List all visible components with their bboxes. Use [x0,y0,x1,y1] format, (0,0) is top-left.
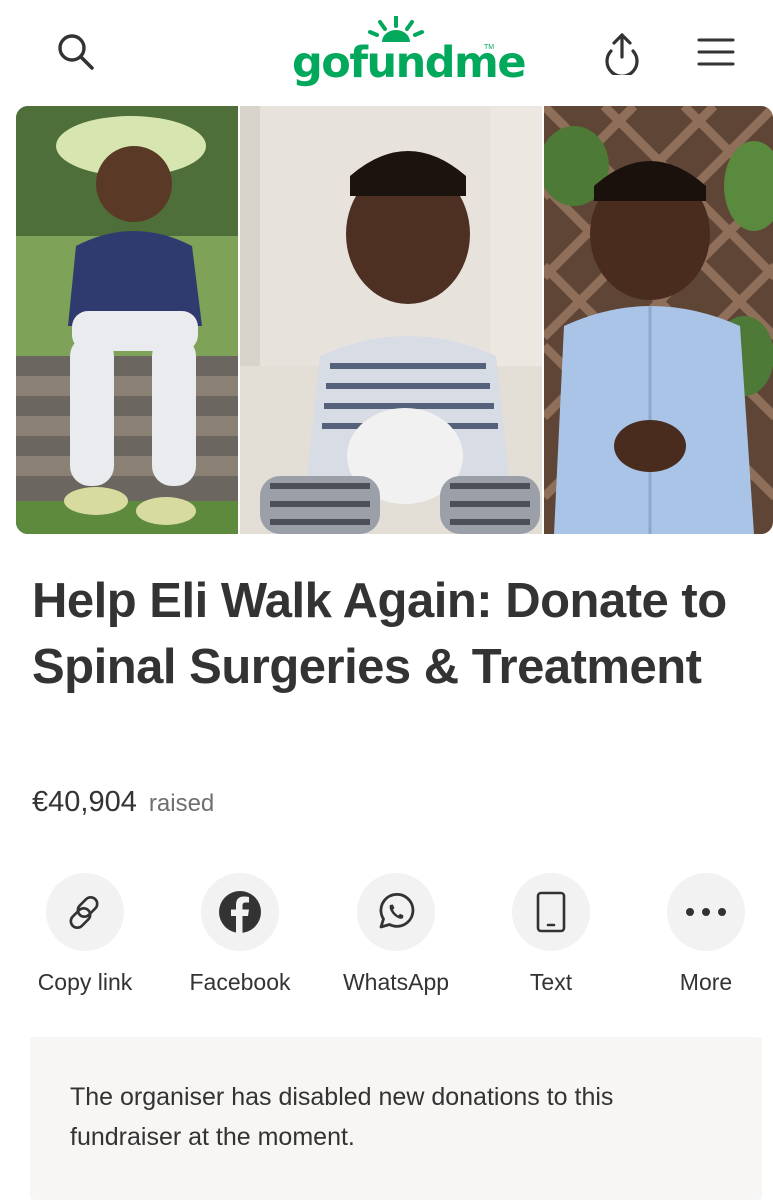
more-dots-icon [686,908,726,916]
share-label: Copy link [37,969,133,995]
child-in-sun-hat-photo [16,106,238,534]
share-label: Facebook [189,969,291,995]
share-options: Copy link Facebook WhatsApp Text More [0,873,773,1003]
search-icon [58,34,94,70]
campaign-title: Help Eli Walk Again: Donate to Spinal Su… [32,574,727,694]
app-header: gofundme TM [0,0,773,104]
raised-amount: €40,904 [32,786,137,818]
menu-button[interactable] [692,28,740,76]
share-circle[interactable] [512,873,590,951]
share-upload-icon [605,33,639,75]
notice-text: The organiser has disabled new donations… [70,1083,614,1151]
gofundme-logo[interactable]: gofundme TM [292,16,527,88]
share-circle[interactable] [201,873,279,951]
share-whatsapp[interactable]: WhatsApp [321,873,471,996]
share-circle[interactable] [46,873,124,951]
link-icon [69,896,99,929]
share-text[interactable]: Text [476,873,626,996]
raised-label: raised [148,790,215,817]
raised-summary: €40,904 raised [32,786,214,819]
share-facebook[interactable]: Facebook [165,873,315,996]
child-in-blue-shirt-photo [542,106,773,534]
facebook-icon [219,891,261,933]
share-button[interactable] [598,28,646,76]
phone-icon [536,891,566,933]
trademark-mark: TM [484,44,495,51]
share-label: More [679,969,733,995]
donations-disabled-notice: The organiser has disabled new donations… [30,1037,762,1200]
child-in-striped-shirt-photo [238,106,542,534]
share-label: Text [529,969,573,995]
share-label: WhatsApp [342,969,450,995]
hamburger-menu-icon [697,38,735,66]
search-button[interactable] [52,28,100,76]
share-circle[interactable] [357,873,435,951]
share-copy-link[interactable]: Copy link [10,873,160,996]
share-more[interactable]: More [631,873,773,996]
whatsapp-icon [379,892,415,929]
campaign-hero-image[interactable] [16,106,773,534]
share-circle[interactable] [667,873,745,951]
